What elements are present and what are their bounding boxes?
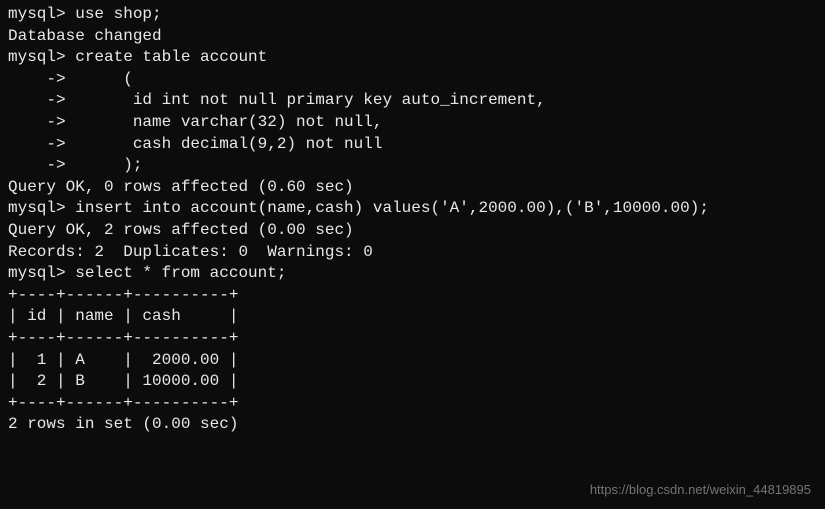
rows-in-set: 2 rows in set (0.00 sec) [8,414,817,436]
query-ok-1: Query OK, 0 rows affected (0.60 sec) [8,177,817,199]
table-row: | 1 | A | 2000.00 | [8,350,817,372]
prompt-create: mysql> create table account [8,47,817,69]
table-border-bot: +----+------+----------+ [8,393,817,415]
db-changed: Database changed [8,26,817,48]
create-openparen: -> ( [8,69,817,91]
create-col-id: -> id int not null primary key auto_incr… [8,90,817,112]
table-header: | id | name | cash | [8,306,817,328]
records-line: Records: 2 Duplicates: 0 Warnings: 0 [8,242,817,264]
query-ok-2: Query OK, 2 rows affected (0.00 sec) [8,220,817,242]
watermark: https://blog.csdn.net/weixin_44819895 [590,481,811,499]
prompt-use: mysql> use shop; [8,4,817,26]
prompt-select: mysql> select * from account; [8,263,817,285]
prompt-insert: mysql> insert into account(name,cash) va… [8,198,817,220]
terminal-output: mysql> use shop; Database changed mysql>… [8,4,817,436]
table-row: | 2 | B | 10000.00 | [8,371,817,393]
create-col-name: -> name varchar(32) not null, [8,112,817,134]
table-border-top: +----+------+----------+ [8,285,817,307]
create-closeparen: -> ); [8,155,817,177]
table-border-mid: +----+------+----------+ [8,328,817,350]
create-col-cash: -> cash decimal(9,2) not null [8,134,817,156]
